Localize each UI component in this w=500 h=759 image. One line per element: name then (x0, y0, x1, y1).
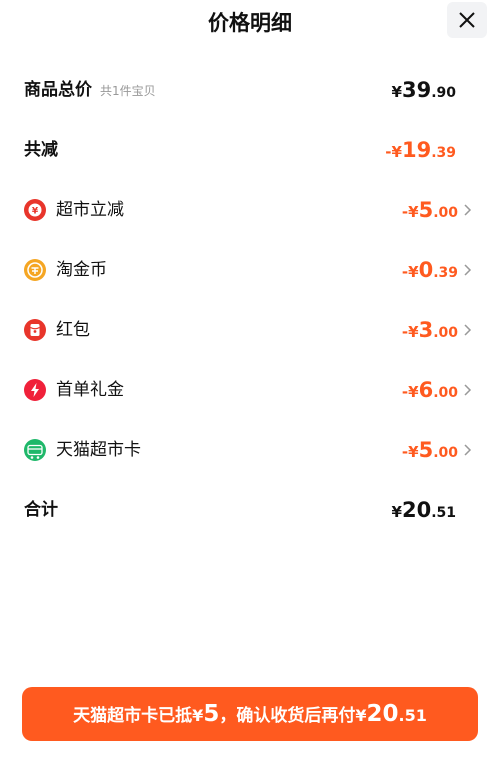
discount-amount: -¥5.00 (401, 438, 458, 462)
tmall-supermarket-card-icon (24, 439, 46, 461)
page-title: 价格明细 (208, 11, 292, 35)
pay-amount-dec: .51 (398, 706, 427, 725)
discount-row-tmall-card[interactable]: 天猫超市卡 -¥5.00 (0, 430, 500, 470)
header: 价格明细 (0, 0, 500, 48)
card-deduct-amount: 5 (203, 701, 220, 727)
chevron-right-icon (464, 204, 472, 216)
discount-label: 淘金币 (56, 260, 107, 280)
discount-amount: -¥5.00 (401, 198, 458, 222)
item-count-label: 共1件宝贝 (100, 84, 156, 98)
goods-total-row: 商品总价 共1件宝贝 ¥39.90 (0, 70, 500, 110)
discount-label: 红包 (56, 320, 90, 340)
card-deduct-text: 天猫超市卡已抵 (73, 706, 193, 726)
subtotal-amount: ¥20.51 (391, 498, 456, 522)
discount-label: 超市立减 (56, 200, 124, 220)
confirm-pay-button[interactable]: 天猫超市卡已抵¥5，确认收货后再付¥20.51 (22, 687, 478, 741)
pay-amount-int: 20 (366, 701, 399, 727)
discount-label: 首单礼金 (56, 380, 124, 400)
subtotal-label: 合计 (24, 500, 58, 520)
first-order-bonus-icon (24, 379, 46, 401)
supermarket-discount-icon: ¥ (24, 199, 46, 221)
goods-total-amount: ¥39.90 (391, 78, 456, 102)
discount-label: 天猫超市卡 (56, 440, 141, 460)
discount-row-supermarket[interactable]: ¥ 超市立减 -¥5.00 (0, 190, 500, 230)
discount-amount: -¥0.39 (401, 258, 458, 282)
discount-amount: -¥6.00 (401, 378, 458, 402)
goods-total-label: 商品总价 (24, 80, 92, 100)
close-button[interactable] (447, 2, 487, 38)
discount-row-red-packet[interactable]: 红包 -¥3.00 (0, 310, 500, 350)
svg-text:¥: ¥ (32, 207, 39, 217)
total-reduction-amount: -¥19.39 (385, 138, 456, 162)
chevron-right-icon (464, 264, 472, 276)
chevron-right-icon (464, 444, 472, 456)
subtotal-row: 合计 ¥20.51 (0, 490, 500, 530)
discount-row-first-order[interactable]: 首单礼金 -¥6.00 (0, 370, 500, 410)
close-icon (459, 12, 475, 28)
red-packet-icon (24, 319, 46, 341)
taojinbi-coin-icon (24, 259, 46, 281)
chevron-right-icon (464, 324, 472, 336)
chevron-right-icon (464, 384, 472, 396)
discount-row-taojinbi[interactable]: 淘金币 -¥0.39 (0, 250, 500, 290)
total-reduction-row: 共减 -¥19.39 (0, 130, 500, 170)
total-reduction-label: 共减 (24, 140, 58, 160)
discount-amount: -¥3.00 (401, 318, 458, 342)
